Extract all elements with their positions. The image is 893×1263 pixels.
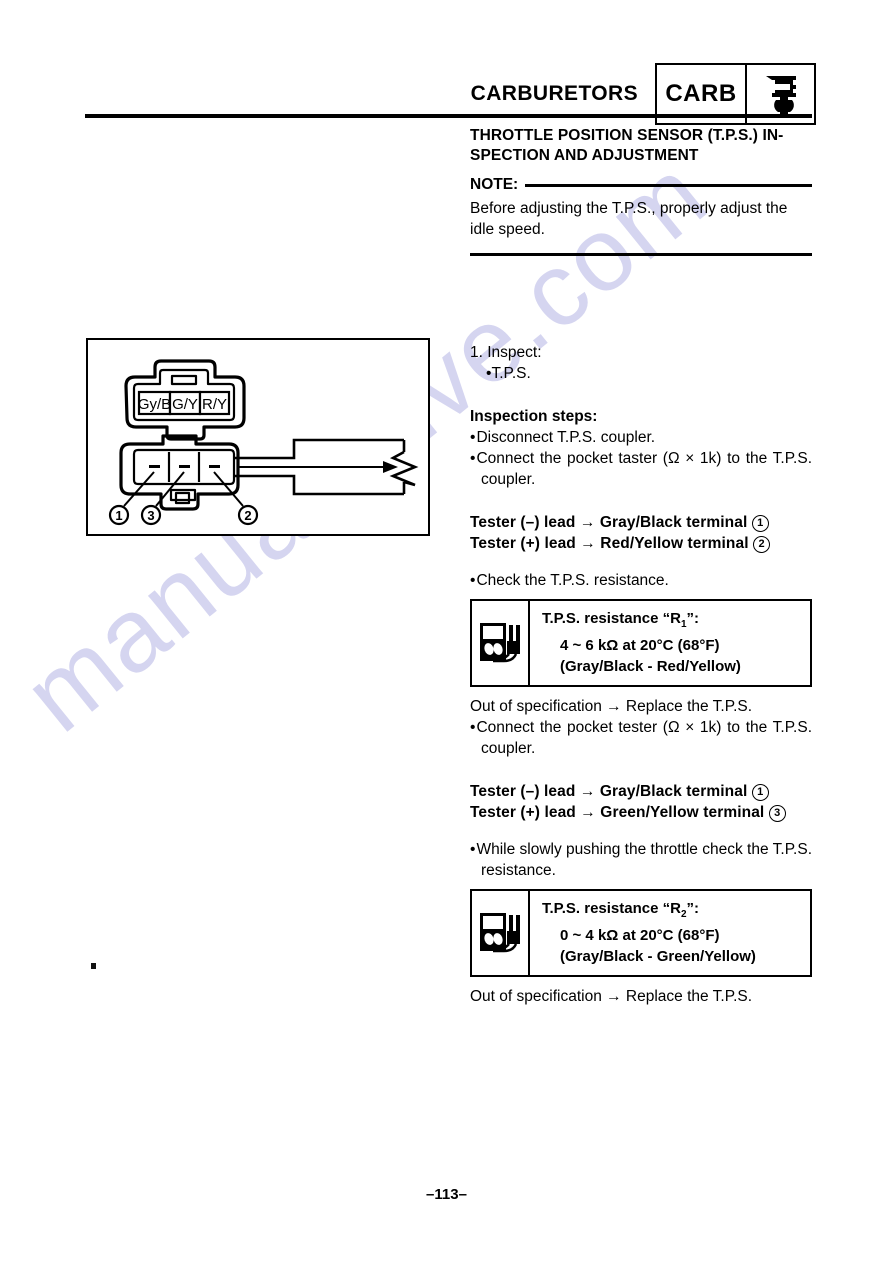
tester-negative-lead-2: Tester (–) lead → Gray/Black terminal 1 [470,781,812,802]
note-header-rule [525,183,812,187]
procedure-column: THROTTLE POSITION SENSOR (T.P.S.) IN- SP… [470,126,812,1007]
spec-box-r1-text: T.P.S. resistance “R1”: 4 ~ 6 kΩ at 20°C… [530,601,810,685]
spec-r2-line-1: T.P.S. resistance “R2”: [542,900,700,920]
spec-r2-line-3: (Gray/Black - Green/Yellow) [560,948,756,965]
coupler-terminal-label-2: G/Y [172,396,198,413]
spec-r1-line-2: 4 ~ 6 kΩ at 20°C (68°F) [560,637,720,654]
callout-2: 2 [753,536,771,553]
bullet-disconnect-coupler: •Disconnect T.P.S. coupler. [470,429,656,446]
section-title-line-2: SPECTION AND ADJUSTMENT [470,147,699,164]
bullet-while-pushing-throttle: •While slowly pushing the throttle check… [470,841,812,879]
callout-1-second: 1 [751,784,769,801]
pocket-tester-icon [472,891,530,975]
note-label: NOTE: [470,176,519,193]
diagram-callout-2: 2 [244,508,251,523]
scan-artifact [91,963,96,969]
step-1-number: 1. [470,344,483,361]
bullet-connect-tester-1: •Connect the pocket taster (Ω × 1k) to t… [470,450,812,488]
callout-3: 3 [768,805,786,822]
tester-positive-lead-1: Tester (+) lead → Red/Yellow terminal 2 [470,533,812,554]
manual-page: manualshive.com CARBURETORS CARB [0,0,893,1263]
spec-r1-line-1: T.P.S. resistance “R1”: [542,610,700,630]
page-number: –113– [426,1186,467,1203]
tps-coupler-diagram: Gy/B G/Y R/Y 1 3 2 [86,338,430,536]
step-1-item: •T.P.S. [486,365,531,382]
spec-box-r2-text: T.P.S. resistance “R2”: 0 ~ 4 kΩ at 20°C… [530,891,810,975]
coupler-terminal-label-1: Gy/B [138,396,171,413]
callout-1: 1 [751,515,769,532]
pocket-tester-icon [472,601,530,685]
bullet-connect-tester-2: •Connect the pocket tester (Ω × 1k) to t… [470,719,812,757]
tester-positive-lead-2: Tester (+) lead → Green/Yellow terminal … [470,802,812,823]
bullet-check-resistance: •Check the T.P.S. resistance. [470,572,669,589]
tester-negative-lead-1: Tester (–) lead → Gray/Black terminal 1 [470,512,812,533]
out-of-spec-2: Out of specification → Replace the T.P.S… [470,988,753,1005]
spec-box-r2: T.P.S. resistance “R2”: 0 ~ 4 kΩ at 20°C… [470,889,812,977]
step-1: 1. Inspect: [470,342,812,363]
diagram-callout-1: 1 [115,508,122,523]
diagram-callout-3: 3 [147,508,154,523]
coupler-terminal-label-3: R/Y [202,396,227,413]
out-of-spec-1: Out of specification → Replace the T.P.S… [470,698,753,715]
spec-box-r1: T.P.S. resistance “R1”: 4 ~ 6 kΩ at 20°C… [470,599,812,687]
step-1-label: Inspect: [487,344,542,361]
header-divider [85,114,812,118]
inspection-steps-heading: Inspection steps: [470,408,598,425]
note-body: Before adjusting the T.P.S., properly ad… [470,200,788,238]
section-title-line-1: THROTTLE POSITION SENSOR (T.P.S.) IN- [470,127,784,144]
note-header: NOTE: [470,176,812,194]
spec-r1-line-3: (Gray/Black - Red/Yellow) [560,658,741,675]
page-title: CARBURETORS [470,82,638,105]
spec-r2-line-2: 0 ~ 4 kΩ at 20°C (68°F) [560,927,720,944]
